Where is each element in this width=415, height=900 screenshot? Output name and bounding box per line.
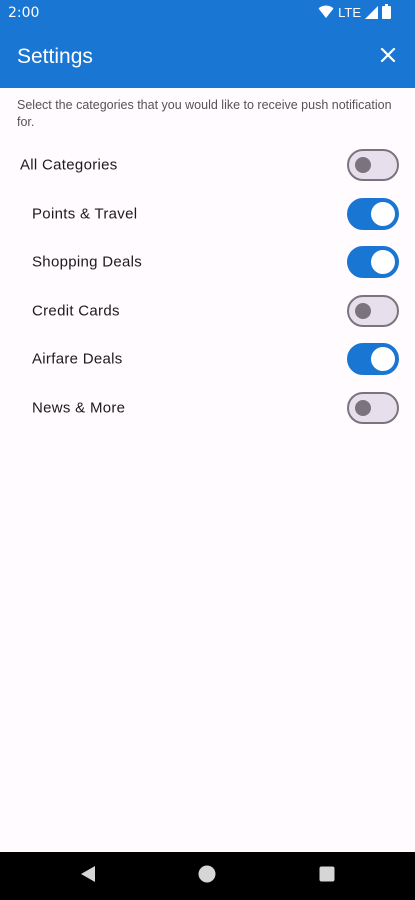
signal-icon: [365, 4, 378, 23]
navigation-bar: [0, 852, 415, 900]
category-row-all: All Categories: [0, 141, 415, 190]
toggle-knob: [355, 302, 371, 319]
status-time: 2:00: [8, 5, 40, 21]
home-button[interactable]: [195, 864, 219, 888]
toggle-airfare-deals[interactable]: [347, 343, 399, 376]
network-type: LTE: [338, 5, 361, 20]
page-title: Settings: [17, 45, 93, 68]
toggle-knob: [371, 347, 395, 372]
category-row-credit-cards: Credit Cards: [0, 287, 415, 336]
category-row-points-travel: Points & Travel: [0, 190, 415, 239]
toggle-points-travel[interactable]: [347, 197, 399, 230]
toggle-knob: [371, 250, 395, 275]
description-text: Select the categories that you would lik…: [17, 98, 392, 129]
close-button[interactable]: [373, 42, 403, 72]
category-label: Credit Cards: [32, 302, 120, 320]
status-bar: 2:00 LTE: [0, 0, 415, 27]
battery-icon: [382, 3, 391, 23]
category-label: Shopping Deals: [32, 253, 143, 271]
status-icons: LTE: [318, 3, 391, 23]
toggle-news-more[interactable]: [347, 391, 399, 424]
back-button[interactable]: [76, 864, 100, 888]
recents-button[interactable]: [315, 864, 339, 888]
category-row-news-more: News & More: [0, 384, 415, 433]
toggle-all-categories[interactable]: [347, 149, 399, 182]
toggle-credit-cards[interactable]: [347, 294, 399, 327]
toggle-shopping-deals[interactable]: [347, 246, 399, 279]
category-label: Points & Travel: [32, 205, 138, 223]
toggle-knob: [355, 399, 371, 416]
category-row-shopping-deals: Shopping Deals: [0, 238, 415, 287]
category-label: All Categories: [20, 156, 118, 174]
category-row-airfare-deals: Airfare Deals: [0, 335, 415, 384]
category-label: Airfare Deals: [32, 350, 123, 368]
toggle-knob: [355, 157, 371, 174]
toggle-knob: [371, 201, 395, 226]
close-icon: [380, 47, 396, 67]
home-icon: [198, 865, 216, 887]
recents-icon: [319, 866, 335, 886]
category-label: News & More: [32, 399, 126, 417]
app-bar: Settings: [0, 27, 415, 88]
category-list: All Categories Points & Travel Shopping …: [0, 141, 415, 432]
wifi-icon: [318, 4, 334, 23]
back-icon: [80, 865, 96, 887]
